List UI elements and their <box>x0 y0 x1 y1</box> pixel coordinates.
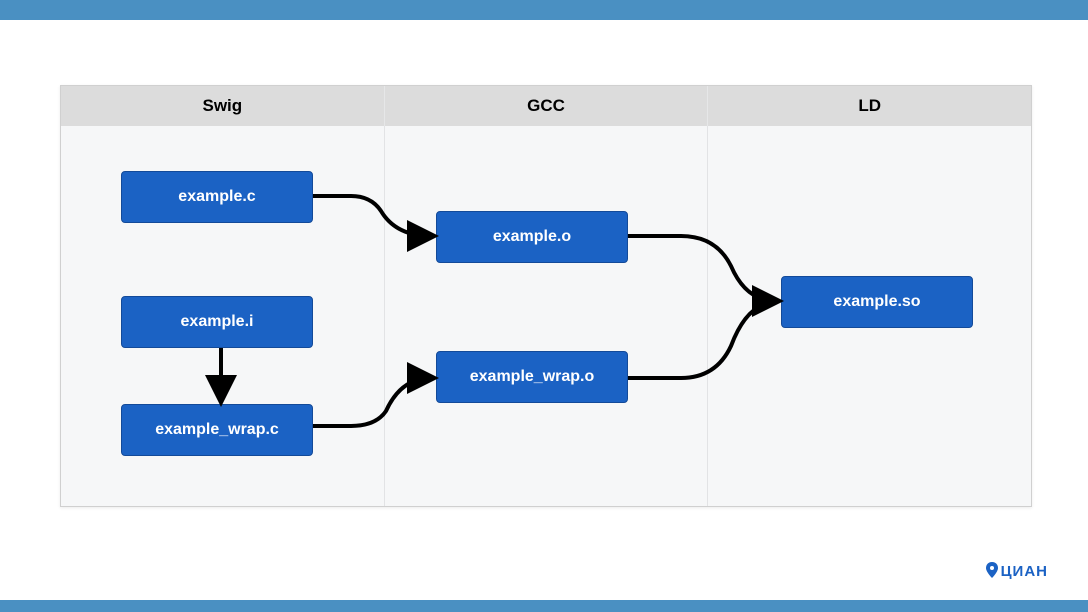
node-example-c: example.c <box>121 171 313 223</box>
node-example-so: example.so <box>781 276 973 328</box>
node-example-o: example.o <box>436 211 628 263</box>
node-example-i: example.i <box>121 296 313 348</box>
column-divider-2 <box>707 126 708 506</box>
bottom-accent-bar <box>0 600 1088 612</box>
cian-logo: ЦИАН <box>985 562 1048 582</box>
arrow-o-to-so <box>628 236 776 301</box>
logo-text: ЦИАН <box>1001 563 1048 580</box>
diagram-body: example.c example.i example_wrap.c examp… <box>61 126 1031 506</box>
node-example-wrap-c: example_wrap.c <box>121 404 313 456</box>
arrow-wrapo-to-so <box>628 303 771 378</box>
arrow-wrapc-to-wrapo <box>313 378 431 426</box>
top-accent-bar <box>0 0 1088 20</box>
node-example-wrap-o: example_wrap.o <box>436 351 628 403</box>
column-header-ld: LD <box>708 86 1031 126</box>
diagram-frame: Swig GCC LD example.c example.i example_… <box>60 85 1032 507</box>
column-divider-1 <box>384 126 385 506</box>
column-header-swig: Swig <box>61 86 385 126</box>
column-header-row: Swig GCC LD <box>61 86 1031 126</box>
arrow-c-to-o <box>313 196 431 236</box>
logo-pin-icon <box>985 562 999 582</box>
column-header-gcc: GCC <box>385 86 709 126</box>
